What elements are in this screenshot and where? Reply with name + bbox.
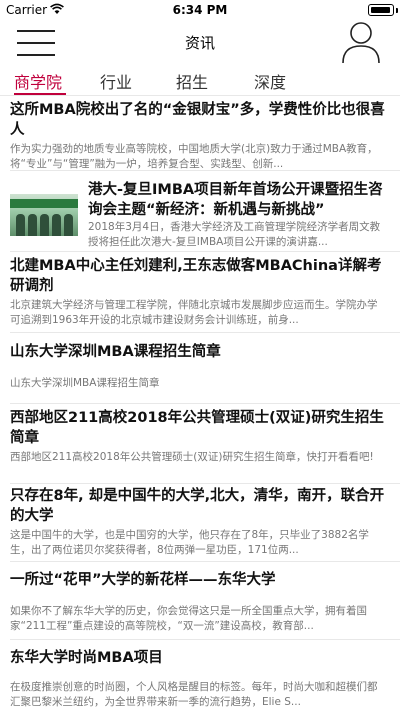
news-headline: 山东大学深圳MBA课程招生简章	[10, 344, 221, 360]
divider	[10, 639, 400, 640]
news-headline: 西部地区211高校2018年公共管理硕士(双证)研究生招生简章	[10, 410, 384, 446]
user-profile-icon[interactable]	[341, 20, 381, 64]
tab-admissions[interactable]: 招生	[176, 69, 208, 93]
news-summary: 北京建筑大学经济与管理工程学院，伴随北京城市发展脚步应运而生。学院办学可追溯到1…	[10, 299, 378, 326]
battery-icon	[368, 4, 394, 16]
tab-business-school[interactable]: 商学院	[14, 69, 62, 93]
news-item[interactable]: 西部地区211高校2018年公共管理硕士(双证)研究生招生简章 西部地区211高…	[0, 406, 400, 484]
divider	[10, 332, 400, 333]
news-summary: 2018年3月4日，香港大学经济及工商管理学院经济学者周文教授将担任此次港大-复…	[88, 221, 381, 248]
nav-bar: 资讯	[0, 20, 400, 66]
tab-industry[interactable]: 行业	[100, 69, 132, 93]
news-summary: 山东大学深圳MBA课程招生简章	[10, 377, 160, 389]
news-summary: 在极度推崇创意的时尚圈，个人风格是醒目的标签。每年，时尚大咖和超模们都汇聚巴黎米…	[10, 681, 378, 708]
news-item[interactable]: 港大-复旦IMBA项目新年首场公开课暨招生咨询会主题“新经济：新机遇与新挑战” …	[0, 174, 400, 252]
news-thumbnail	[10, 194, 78, 236]
news-item[interactable]: 只存在8年, 却是中国牛的大学,北大，清华，南开，联合开的大学 这是中国牛的大学…	[0, 484, 400, 562]
active-tab-indicator	[14, 93, 66, 95]
news-summary: 如果你不了解东华大学的历史，你会觉得这只是一所全国重点大学，拥有着国家“211工…	[10, 605, 367, 632]
divider	[10, 403, 400, 404]
page-title: 资讯	[184, 34, 215, 52]
news-headline: 港大-复旦IMBA项目新年首场公开课暨招生咨询会主题“新经济：新机遇与新挑战”	[88, 182, 383, 218]
news-item[interactable]: 北建MBA中心主任刘建利,王东志做客MBAChina详解考研调剂 北京建筑大学经…	[0, 254, 400, 333]
category-tabs: 商学院 行业 招生 深度	[0, 66, 400, 96]
clock: 6:34 PM	[172, 3, 228, 17]
news-item[interactable]: 东华大学时尚MBA项目 在极度推崇创意的时尚圈，个人风格是醒目的标签。每年，时尚…	[0, 642, 400, 710]
divider	[10, 251, 400, 252]
divider	[10, 170, 400, 171]
news-summary: 这是中国牛的大学，也是中国穷的大学，他只存在了8年，只毕业了3882名学生，出了…	[10, 529, 369, 556]
news-headline: 北建MBA中心主任刘建利,王东志做客MBAChina详解考研调剂	[10, 258, 382, 294]
news-headline: 一所过“花甲”大学的新花样——东华大学	[10, 572, 276, 588]
battery-tip	[396, 8, 398, 13]
news-summary: 西部地区211高校2018年公共管理硕士(双证)研究生招生简章，快打开看看吧!	[10, 451, 374, 463]
news-headline: 这所MBA院校出了名的“金银财宝”多，学费性价比也很喜人	[10, 102, 385, 138]
status-bar: Carrier 6:34 PM	[0, 0, 400, 20]
news-headline: 只存在8年, 却是中国牛的大学,北大，清华，南开，联合开的大学	[10, 488, 385, 524]
news-item[interactable]: 一所过“花甲”大学的新花样——东华大学 如果你不了解东华大学的历史，你会觉得这只…	[0, 562, 400, 640]
news-item[interactable]: 山东大学深圳MBA课程招生简章 山东大学深圳MBA课程招生简章	[0, 334, 400, 404]
news-headline: 东华大学时尚MBA项目	[10, 650, 163, 666]
tab-in-depth[interactable]: 深度	[254, 69, 286, 93]
news-summary: 作为实力强劲的地质专业高等院校，中国地质大学(北京)致力于通过MBA教育，将“专…	[10, 143, 378, 170]
news-item[interactable]: 这所MBA院校出了名的“金银财宝”多，学费性价比也很喜人 作为实力强劲的地质专业…	[0, 96, 400, 172]
